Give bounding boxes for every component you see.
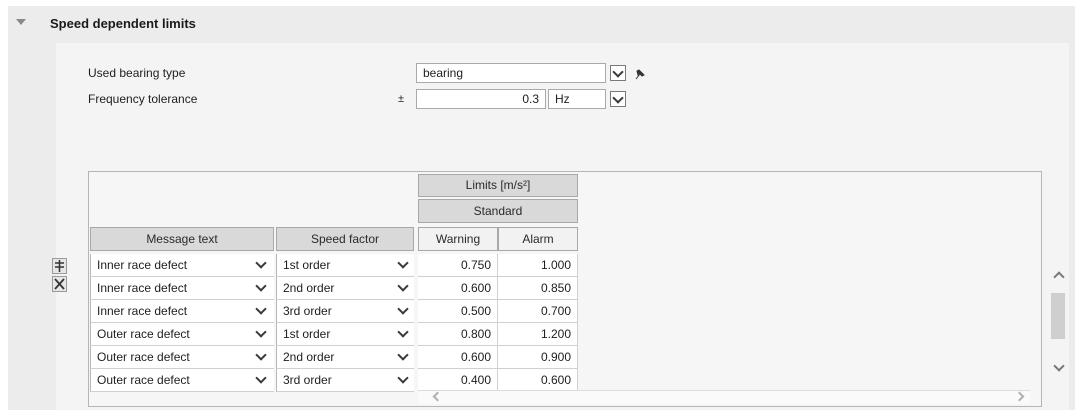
chevron-down-icon[interactable] — [254, 258, 268, 272]
tolerance-unit-select[interactable]: Hz — [548, 89, 606, 109]
warning-cell[interactable]: 0.400 — [418, 369, 498, 392]
speed-factor-cell[interactable]: 1st order — [276, 323, 414, 346]
speed-factor-cell[interactable]: 3rd order — [276, 300, 414, 323]
column-header-message[interactable]: Message text — [90, 227, 274, 251]
message-cell[interactable]: Outer race defect — [90, 323, 274, 346]
chevron-down-icon[interactable] — [254, 281, 268, 295]
tolerance-unit-dropdown-icon[interactable] — [610, 91, 626, 107]
limits-group-header: Limits [m/s²] — [418, 174, 578, 197]
speed-factor-cell[interactable]: 2nd order — [276, 346, 414, 369]
chevron-down-icon[interactable] — [396, 373, 410, 387]
chevron-down-icon[interactable] — [396, 281, 410, 295]
alarm-cell[interactable]: 0.600 — [498, 369, 578, 392]
chevron-down-icon[interactable] — [396, 258, 410, 272]
alarm-cell[interactable]: 1.000 — [498, 254, 578, 277]
standard-subgroup-header: Standard — [418, 199, 578, 223]
vertical-scrollbar-thumb[interactable] — [1051, 293, 1065, 339]
section-title: Speed dependent limits — [50, 16, 196, 31]
chevron-down-icon[interactable] — [396, 350, 410, 364]
bearing-type-label: Used bearing type — [88, 66, 186, 80]
bearing-type-select[interactable]: bearing — [416, 63, 606, 83]
alarm-cell[interactable]: 1.200 — [498, 323, 578, 346]
chevron-down-icon[interactable] — [254, 373, 268, 387]
frequency-tolerance-label: Frequency tolerance — [88, 92, 198, 106]
alarm-cell[interactable]: 0.900 — [498, 346, 578, 369]
alarm-cell[interactable]: 0.700 — [498, 300, 578, 323]
message-cell[interactable]: Inner race defect — [90, 277, 274, 300]
chevron-down-icon[interactable] — [254, 350, 268, 364]
add-row-icon — [55, 260, 64, 272]
warning-cell[interactable]: 0.500 — [418, 300, 498, 323]
message-cell[interactable]: Outer race defect — [90, 369, 274, 392]
pin-icon[interactable] — [633, 67, 647, 81]
collapse-triangle-icon[interactable] — [16, 19, 26, 25]
message-cell[interactable]: Inner race defect — [90, 254, 274, 277]
warning-cell[interactable]: 0.750 — [418, 254, 498, 277]
alarm-cell[interactable]: 0.850 — [498, 277, 578, 300]
chevron-down-icon[interactable] — [254, 304, 268, 318]
warning-cell[interactable]: 0.600 — [418, 277, 498, 300]
chevron-down-icon[interactable] — [254, 327, 268, 341]
add-row-button[interactable] — [52, 258, 67, 274]
message-cell[interactable]: Inner race defect — [90, 300, 274, 323]
horizontal-scrollbar[interactable] — [418, 390, 1030, 404]
frequency-tolerance-input[interactable]: 0.3 — [416, 89, 546, 109]
column-header-alarm[interactable]: Alarm — [498, 227, 578, 251]
speed-factor-cell[interactable]: 1st order — [276, 254, 414, 277]
message-cell[interactable]: Outer race defect — [90, 346, 274, 369]
speed-factor-cell[interactable]: 2nd order — [276, 277, 414, 300]
plus-minus-sign: ± — [398, 93, 405, 105]
warning-cell[interactable]: 0.800 — [418, 323, 498, 346]
speed-factor-cell[interactable]: 3rd order — [276, 369, 414, 392]
chevron-down-icon[interactable] — [396, 327, 410, 341]
warning-cell[interactable]: 0.600 — [418, 346, 498, 369]
bearing-type-dropdown-icon[interactable] — [610, 65, 626, 81]
column-header-speed-factor[interactable]: Speed factor — [276, 227, 414, 251]
delete-row-icon — [54, 278, 65, 290]
chevron-down-icon[interactable] — [396, 304, 410, 318]
column-header-warning[interactable]: Warning — [418, 227, 498, 251]
delete-row-button[interactable] — [52, 276, 67, 292]
